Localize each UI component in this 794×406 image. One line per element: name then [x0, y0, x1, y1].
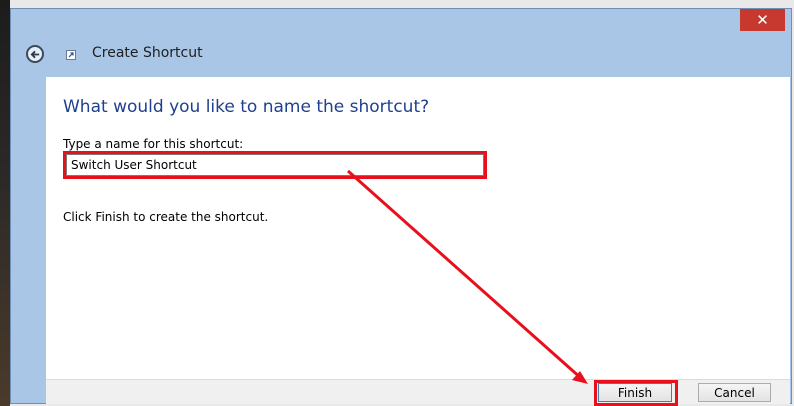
cancel-button[interactable]: Cancel: [698, 383, 771, 402]
button-bar: Finish Cancel: [46, 379, 790, 404]
dialog-content: What would you like to name the shortcut…: [46, 77, 790, 379]
back-arrow-icon: [30, 50, 39, 58]
shortcut-name-input[interactable]: [66, 154, 484, 176]
shortcut-icon: [66, 50, 76, 60]
finish-button[interactable]: Finish: [598, 383, 672, 402]
name-field-label: Type a name for this shortcut:: [63, 137, 244, 151]
create-shortcut-window: ✕ Create Shortcut What would you like to…: [10, 8, 792, 406]
finish-hint-text: Click Finish to create the shortcut.: [63, 210, 269, 224]
window-title: Create Shortcut: [92, 45, 203, 61]
close-button[interactable]: ✕: [740, 9, 785, 31]
close-icon: ✕: [756, 11, 769, 29]
page-heading: What would you like to name the shortcut…: [63, 97, 430, 117]
back-button[interactable]: [26, 45, 44, 63]
background-edge: [0, 0, 10, 406]
